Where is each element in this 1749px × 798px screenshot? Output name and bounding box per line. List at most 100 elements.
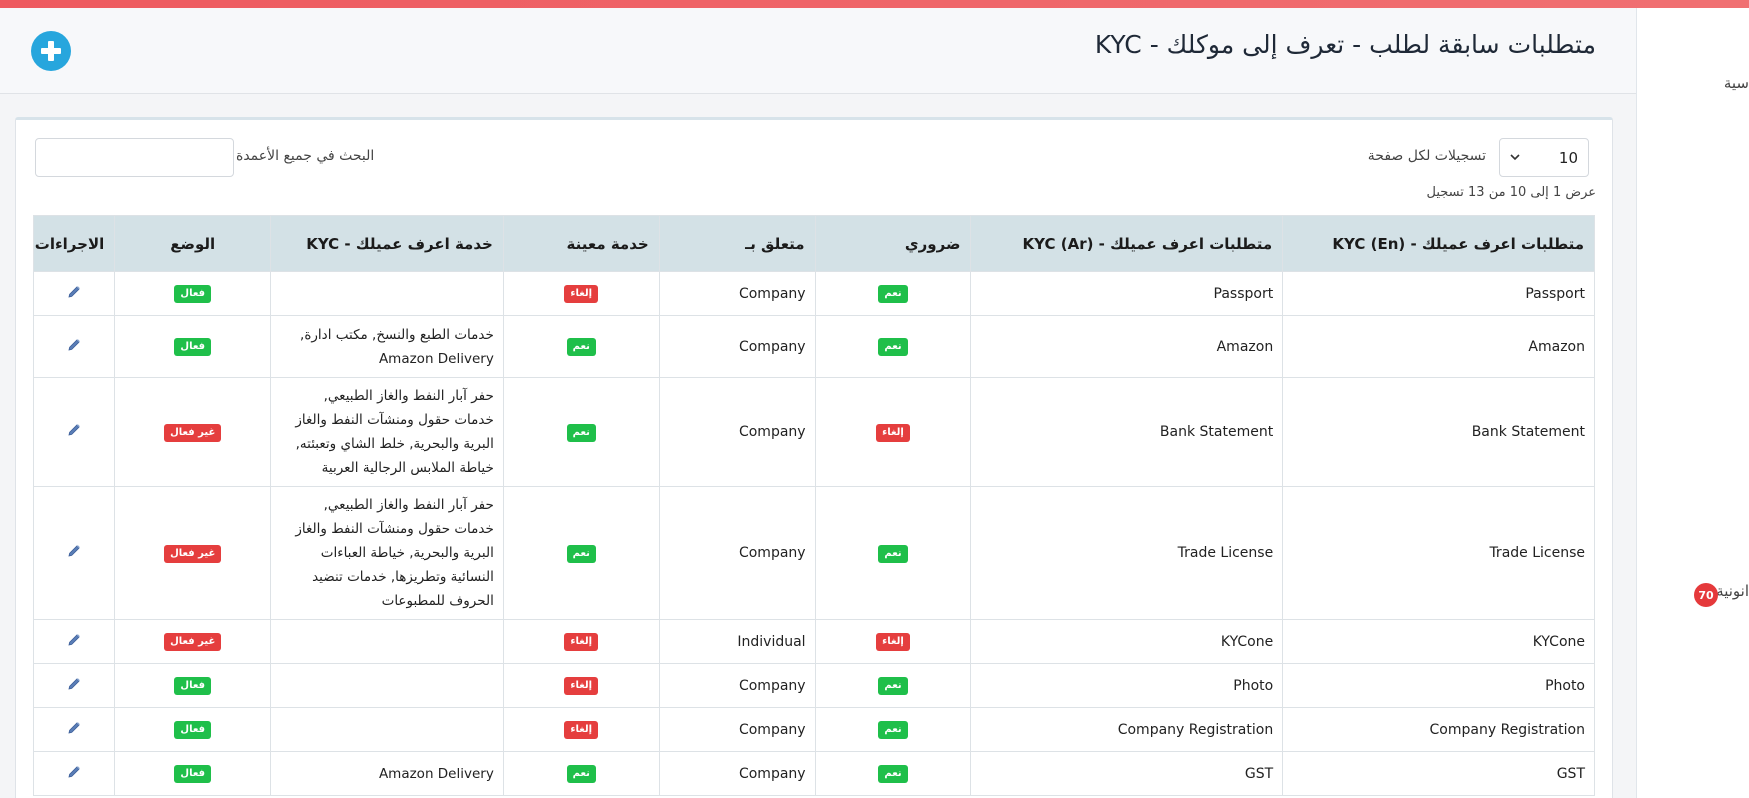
related-to-cell: Company — [658, 707, 816, 752]
name-ar-cell: Amazon — [970, 315, 1284, 378]
required-cell: نعم — [814, 751, 972, 796]
specific-service-cell: إلغاء — [502, 619, 660, 664]
top-accent-bar — [0, 0, 1749, 8]
kyc-service-cell — [270, 619, 504, 664]
required-cell: نعم — [814, 271, 972, 316]
required-badge: إلغاء — [876, 633, 910, 651]
table-row: فعال إلغاء Company نعم Company Registration C… — [32, 707, 1595, 752]
status-badge: غير فعال — [164, 633, 222, 651]
name-ar-cell: Passport — [970, 271, 1284, 316]
page-length-select[interactable]: 10 — [1499, 138, 1589, 177]
col-header-kyc-service[interactable]: خدمة اعرف عميلك - KYC — [270, 215, 504, 272]
pencil-icon[interactable] — [67, 765, 81, 779]
kyc-service-cell: Amazon Delivery — [270, 751, 504, 796]
kyc-service-cell — [270, 663, 504, 708]
required-cell: نعم — [814, 315, 972, 378]
related-to-cell: Individual — [658, 619, 816, 664]
search-input[interactable] — [35, 138, 234, 177]
status-badge: غير فعال — [164, 423, 222, 442]
status-badge: فعال — [174, 721, 212, 739]
name-ar-cell: Trade License — [970, 486, 1284, 620]
status-cell: فعال — [114, 751, 272, 796]
related-to-cell: Company — [658, 751, 816, 796]
name-ar-cell: Company Registration — [970, 707, 1284, 752]
col-header-name-en[interactable]: متطلبات اعرف عميلك - KYC (En) — [1282, 215, 1595, 272]
page-length-value: 10 — [1558, 148, 1578, 167]
pencil-icon[interactable] — [67, 633, 81, 647]
required-badge: نعم — [878, 285, 908, 303]
specific-service-cell: نعم — [502, 486, 660, 620]
pencil-icon[interactable] — [67, 338, 81, 352]
col-header-required[interactable]: ضروري — [814, 215, 972, 272]
page-title: متطلبات سابقة لطلب - تعرف إلى موكلك - KY… — [1094, 30, 1596, 59]
required-cell: إلغاء — [814, 377, 972, 487]
datatable-card: 10 تسجيلات لكل صفحة البحث في جميع الأعمد… — [15, 117, 1613, 798]
specific-service-cell: إلغاء — [502, 707, 660, 752]
actions-cell — [32, 751, 116, 796]
status-badge: فعال — [174, 338, 212, 356]
related-to-cell: Company — [658, 315, 816, 378]
actions-cell — [32, 377, 116, 487]
col-header-name-ar[interactable]: متطلبات اعرف عميلك - KYC (Ar) — [970, 215, 1284, 272]
table-row: غير فعال إلغاء Individual إلغاء KYCone KYCone — [32, 619, 1595, 664]
status-badge: فعال — [174, 765, 212, 783]
name-ar-cell: KYCone — [970, 619, 1284, 664]
actions-cell — [32, 707, 116, 752]
specific-service-badge: إلغاء — [564, 285, 599, 303]
table-row: فعال خدمات الطبع والنسخ, مكتب ادارة, Amaz… — [32, 315, 1595, 378]
name-en-cell: GST — [1282, 751, 1595, 796]
related-to-cell: Company — [658, 663, 816, 708]
status-cell: فعال — [114, 663, 272, 708]
table-header-row: الاجراءات الوضع خدمة اعرف عميلك - KYC خد… — [32, 215, 1595, 272]
related-to-cell: Company — [658, 271, 816, 316]
status-cell: فعال — [114, 315, 272, 378]
table-row: غير فعال حفر آبار النفط والغاز الطبيعي, خ… — [32, 486, 1595, 620]
specific-service-badge: نعم — [566, 423, 596, 442]
pencil-icon[interactable] — [67, 721, 81, 735]
name-ar-cell: Photo — [970, 663, 1284, 708]
specific-service-badge: إلغاء — [564, 633, 599, 651]
col-header-related-to[interactable]: متعلق بـ — [658, 215, 816, 272]
kyc-service-cell: خدمات الطبع والنسخ, مكتب ادارة, Amazon D… — [270, 315, 504, 378]
required-cell: نعم — [814, 663, 972, 708]
col-header-status[interactable]: الوضع — [114, 215, 272, 272]
add-button[interactable] — [31, 31, 71, 71]
kyc-service-cell: حفر آبار النفط والغاز الطبيعي, خدمات حقو… — [270, 486, 504, 620]
actions-cell — [32, 271, 116, 316]
status-cell: فعال — [114, 271, 272, 316]
pencil-icon[interactable] — [67, 677, 81, 691]
actions-cell — [32, 619, 116, 664]
main-content: متطلبات سابقة لطلب - تعرف إلى موكلك - KY… — [0, 8, 1636, 798]
required-badge: نعم — [878, 338, 908, 356]
sidebar-item-label[interactable]: انونية — [1716, 582, 1749, 600]
sidebar-item-label[interactable]: سية — [1724, 74, 1749, 92]
pencil-icon[interactable] — [67, 285, 81, 299]
table-info: عرض 1 إلى 10 من 13 تسجيل — [1426, 185, 1596, 200]
specific-service-badge: نعم — [566, 544, 596, 563]
actions-cell — [32, 315, 116, 378]
table-row: فعال إلغاء Company نعم Passport Passport — [32, 271, 1595, 316]
related-to-cell: Company — [658, 486, 816, 620]
plus-circle-icon — [40, 40, 62, 62]
specific-service-cell: إلغاء — [502, 271, 660, 316]
specific-service-badge: نعم — [566, 765, 596, 783]
name-en-cell: Company Registration — [1282, 707, 1595, 752]
col-header-specific-service[interactable]: خدمة معينة — [502, 215, 660, 272]
name-en-cell: Bank Statement — [1282, 377, 1595, 487]
chevron-down-icon — [1510, 151, 1520, 164]
right-sidebar: سية انونية 70 — [1636, 8, 1749, 798]
required-badge: نعم — [878, 544, 908, 563]
sidebar-count-badge: 70 — [1694, 583, 1718, 607]
specific-service-cell: إلغاء — [502, 663, 660, 708]
pencil-icon[interactable] — [67, 544, 81, 558]
col-header-actions[interactable]: الاجراءات — [32, 215, 116, 272]
specific-service-cell: نعم — [502, 751, 660, 796]
pencil-icon[interactable] — [67, 423, 81, 437]
required-cell: إلغاء — [814, 619, 972, 664]
status-badge: فعال — [174, 677, 212, 695]
required-cell: نعم — [814, 486, 972, 620]
search-label: البحث في جميع الأعمدة — [236, 148, 375, 164]
name-en-cell: Photo — [1282, 663, 1595, 708]
name-en-cell: Trade License — [1282, 486, 1595, 620]
status-cell: غير فعال — [114, 377, 272, 487]
